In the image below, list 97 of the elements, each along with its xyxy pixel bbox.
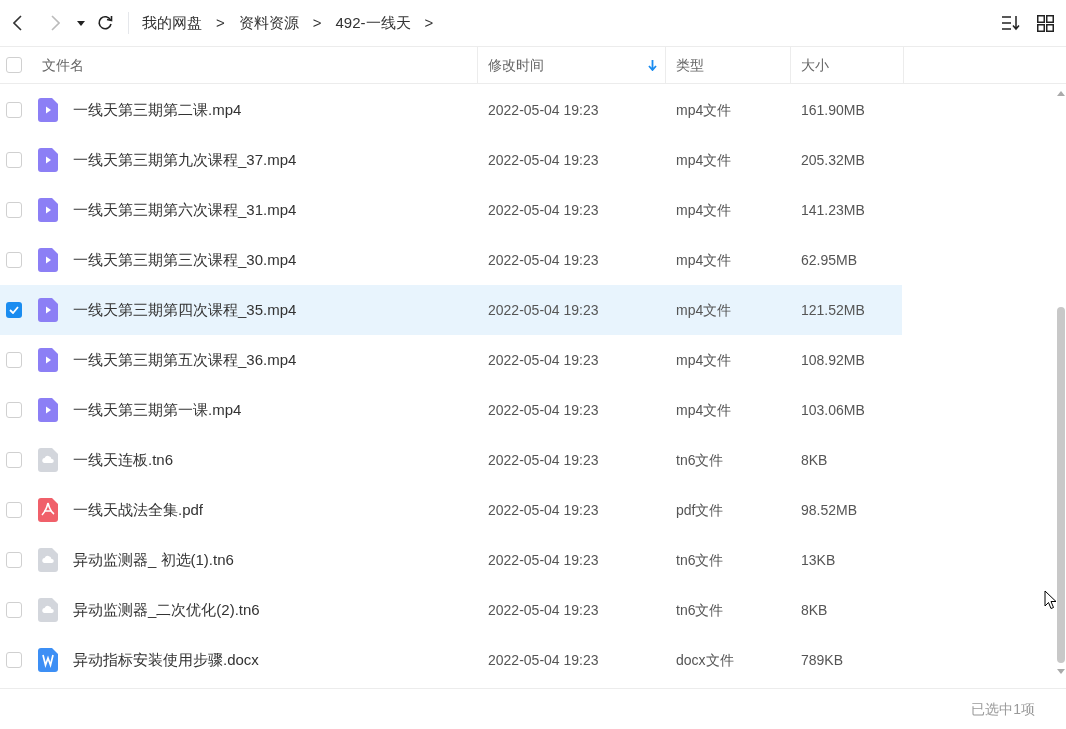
modified-date: 2022-05-04 19:23	[487, 300, 600, 320]
video-file-icon	[38, 298, 58, 322]
file-name[interactable]: 异动监测器_ 初选(1).tn6	[73, 548, 234, 572]
modified-date: 2022-05-04 19:23	[487, 200, 600, 220]
file-name[interactable]: 一线天第三期第三次课程_30.mp4	[73, 248, 297, 272]
video-file-icon	[38, 198, 58, 222]
checkbox[interactable]	[6, 152, 22, 168]
checkbox[interactable]	[6, 202, 22, 218]
checkbox[interactable]	[6, 652, 22, 668]
file-size: 8KB	[800, 450, 829, 470]
column-header[interactable]: 修改时间	[477, 47, 665, 83]
file-name[interactable]: 一线天第三期第一课.mp4	[73, 398, 242, 422]
column-header[interactable]: 类型	[665, 47, 790, 83]
modified-date: 2022-05-04 19:23	[487, 500, 600, 520]
file-type: pdf文件	[675, 500, 725, 520]
file-type: mp4文件	[675, 300, 733, 320]
file-name[interactable]: 一线天第三期第二课.mp4	[73, 98, 242, 122]
breadcrumb-separator: >	[216, 12, 225, 33]
video-file-icon	[38, 98, 58, 122]
file-size: 141.23MB	[800, 200, 866, 220]
checkbox[interactable]	[6, 552, 22, 568]
checkbox[interactable]	[6, 352, 22, 368]
modified-date: 2022-05-04 19:23	[487, 400, 600, 420]
file-size: 103.06MB	[800, 400, 866, 420]
file-name[interactable]: 一线天第三期第四次课程_35.mp4	[73, 298, 297, 322]
checkbox[interactable]	[6, 452, 22, 468]
file-name[interactable]: 一线天第三期第九次课程_37.mp4	[73, 148, 297, 172]
checkbox[interactable]	[6, 302, 22, 318]
file-name[interactable]: 一线天第三期第六次课程_31.mp4	[73, 198, 297, 222]
modified-date: 2022-05-04 19:23	[487, 350, 600, 370]
video-file-icon	[38, 148, 58, 172]
video-file-icon	[38, 398, 58, 422]
grid-view-icon	[1036, 14, 1054, 32]
file-type: mp4文件	[675, 150, 733, 170]
scroll-down-icon	[1057, 669, 1065, 674]
file-type: tn6文件	[675, 600, 725, 620]
modified-date: 2022-05-04 19:23	[487, 100, 600, 120]
modified-date: 2022-05-04 19:23	[487, 150, 600, 170]
column-header[interactable]: 文件名	[42, 47, 477, 83]
sort-icon	[1001, 15, 1021, 31]
forward-icon	[50, 15, 60, 31]
file-name[interactable]: 一线天战法全集.pdf	[73, 498, 204, 522]
file-size: 98.52MB	[800, 500, 859, 520]
modified-date: 2022-05-04 19:23	[487, 250, 600, 270]
file-size: 161.90MB	[800, 100, 866, 120]
checkbox[interactable]	[6, 57, 22, 73]
checkbox[interactable]	[6, 102, 22, 118]
file-type: docx文件	[675, 650, 735, 670]
breadcrumb-link[interactable]: 资料资源	[238, 11, 299, 35]
scrollbar-thumb[interactable]	[1057, 307, 1065, 663]
modified-date: 2022-05-04 19:23	[487, 600, 600, 620]
grid-view-button[interactable]	[1036, 14, 1054, 32]
back-icon	[12, 15, 22, 31]
file-size: 121.52MB	[800, 300, 866, 320]
checkbox[interactable]	[6, 502, 22, 518]
file-type: tn6文件	[675, 450, 725, 470]
refresh-icon	[97, 15, 113, 31]
file-name[interactable]: 一线天连板.tn6	[73, 448, 174, 472]
file-size: 789KB	[800, 650, 845, 670]
file-name[interactable]: 异动监测器_二次优化(2).tn6	[73, 598, 260, 622]
file-size: 8KB	[800, 600, 829, 620]
modified-date: 2022-05-04 19:23	[487, 550, 600, 570]
cloud-file-icon	[38, 448, 58, 472]
selection-count: 已选中1项	[971, 699, 1035, 719]
file-size: 205.32MB	[800, 150, 866, 170]
checkbox[interactable]	[6, 252, 22, 268]
file-name[interactable]: 一线天第三期第五次课程_36.mp4	[73, 348, 297, 372]
caret-icon	[77, 20, 85, 26]
file-type: mp4文件	[675, 100, 733, 120]
modified-date: 2022-05-04 19:23	[487, 450, 600, 470]
breadcrumb-link[interactable]: 我的网盘	[142, 11, 202, 35]
file-size: 108.92MB	[800, 350, 866, 370]
modified-date: 2022-05-04 19:23	[487, 650, 600, 670]
video-file-icon	[38, 348, 58, 372]
breadcrumb-separator: >	[312, 12, 322, 33]
scroll-up-icon	[1057, 91, 1065, 96]
breadcrumb-link[interactable]: 492-一线天	[335, 11, 411, 35]
file-type: mp4文件	[675, 350, 733, 370]
file-size: 13KB	[800, 550, 837, 570]
checkbox[interactable]	[6, 402, 22, 418]
file-type: tn6文件	[675, 550, 725, 570]
video-file-icon	[38, 248, 58, 272]
file-type: mp4文件	[675, 250, 733, 270]
word-file-icon	[38, 648, 58, 672]
file-name[interactable]: 异动指标安装使用步骤.docx	[73, 648, 259, 672]
cloud-file-icon	[38, 598, 58, 622]
cloud-file-icon	[38, 548, 58, 572]
file-size: 62.95MB	[800, 250, 859, 270]
file-type: mp4文件	[675, 200, 733, 220]
check-icon	[9, 306, 19, 314]
sort-button[interactable]	[1000, 13, 1022, 33]
pdf-file-icon	[38, 498, 58, 522]
file-row[interactable]: 一线天第三期第四次课程_35.mp4 2022-05-04 19:23 mp4文件 121.52MB	[0, 285, 902, 335]
file-type: mp4文件	[675, 400, 733, 420]
column-header[interactable]: 大小	[790, 47, 903, 83]
checkbox[interactable]	[6, 602, 22, 618]
breadcrumb-separator: >	[424, 12, 434, 33]
